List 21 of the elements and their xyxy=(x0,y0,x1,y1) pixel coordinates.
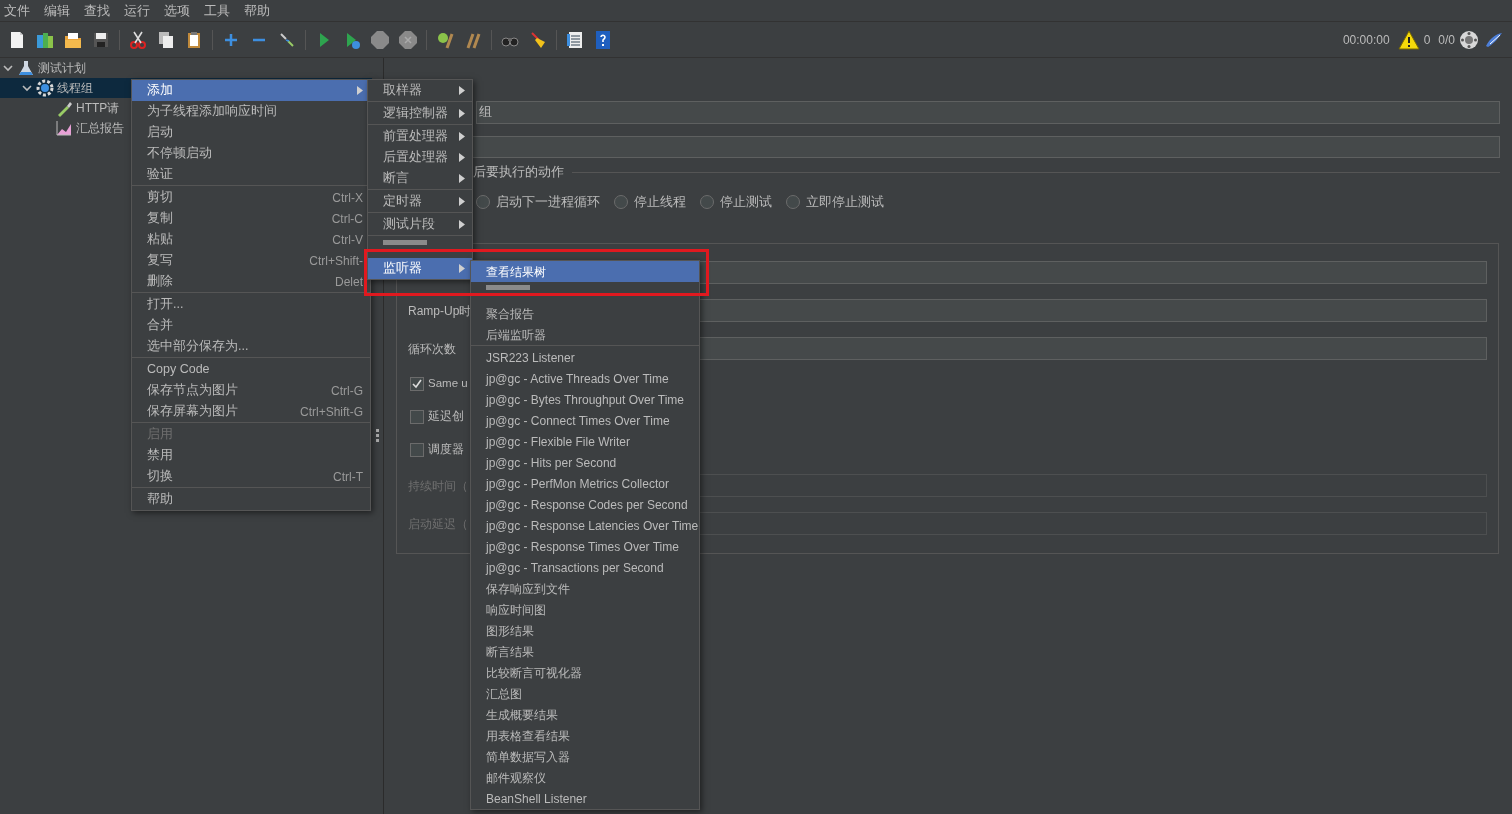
elapsed-time: 00:00:00 xyxy=(1342,31,1390,49)
field-label: 循环次数 xyxy=(408,341,456,356)
shortcut-label: Ctrl+Shift-G xyxy=(300,403,363,421)
radio-label: 启动下一进程循环 xyxy=(496,193,600,211)
checkbox-label: Same u xyxy=(428,376,468,392)
thread-count: 0/0 xyxy=(1438,31,1455,49)
field-label: Ramp-Up时 xyxy=(408,303,472,318)
warning-count: 0 xyxy=(1423,31,1431,49)
checkbox-label: 延迟创 xyxy=(428,409,464,425)
checkbox-label: 调度器 xyxy=(428,442,464,458)
shortcut-label: Ctrl-V xyxy=(332,231,363,249)
shortcut-label: Delet xyxy=(335,273,363,291)
shortcut-label: Ctrl-G xyxy=(331,382,363,400)
group-legend: 后要执行的动作 xyxy=(473,162,564,182)
shortcut-label: Ctrl+Shift- xyxy=(309,252,363,270)
radio-label: 停止线程 xyxy=(634,193,686,211)
shortcut-label: Ctrl-C xyxy=(331,210,363,228)
shortcut-label: Ctrl-T xyxy=(333,468,363,486)
shortcut-label: Ctrl-X xyxy=(332,189,363,207)
radio-label: 停止测试 xyxy=(720,193,772,211)
radio-label: 立即停止测试 xyxy=(806,193,884,211)
